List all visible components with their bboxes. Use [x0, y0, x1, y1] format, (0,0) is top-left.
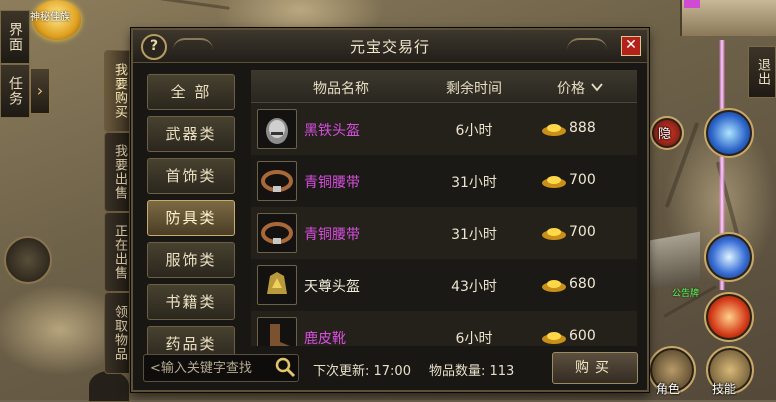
- buy-button[interactable]: 购买: [552, 352, 638, 384]
- category-jewelry[interactable]: 首饰类: [147, 158, 235, 194]
- table-row[interactable]: 天尊头盔 43小时 680: [251, 259, 637, 311]
- helmet-icon: [257, 265, 297, 305]
- search-icon[interactable]: [274, 356, 296, 378]
- exit-button[interactable]: 退出: [748, 46, 776, 98]
- minimap-marker: [684, 0, 700, 8]
- search-input[interactable]: [148, 357, 276, 379]
- dialog-title: 元宝交易行: [349, 38, 430, 56]
- column-time[interactable]: 剩余时间: [429, 78, 519, 98]
- column-name[interactable]: 物品名称: [291, 78, 391, 98]
- gold-ingot-icon: [542, 176, 566, 188]
- item-name: 天尊头盔: [304, 279, 360, 295]
- category-list: 全 部 武器类 首饰类 防具类 服饰类 书籍类 药品类: [141, 70, 239, 384]
- category-all[interactable]: 全 部: [147, 74, 235, 110]
- tab-on-sale[interactable]: 正在出售: [104, 212, 130, 292]
- expand-arrow-button[interactable]: ›: [30, 68, 50, 114]
- chat-bubble-icon[interactable]: [88, 370, 130, 402]
- close-button[interactable]: ✕: [621, 36, 641, 56]
- table-row[interactable]: 黑铁头盔 6小时 888: [251, 103, 637, 155]
- interface-button[interactable]: 界面: [0, 10, 30, 64]
- table-header: 物品名称 剩余时间 价格: [251, 70, 637, 103]
- tab-sell[interactable]: 我要出售: [104, 132, 130, 212]
- category-clothing[interactable]: 服饰类: [147, 242, 235, 278]
- item-time: 31小时: [451, 175, 497, 191]
- item-name: 青铜腰带: [304, 227, 360, 243]
- item-name: 青铜腰带: [304, 175, 360, 191]
- lightning-skill-icon[interactable]: [704, 232, 754, 282]
- next-update-text: 下次更新: 17:00: [313, 364, 411, 379]
- item-price: 680: [569, 276, 596, 292]
- trade-dialog: ? 元宝交易行 ✕ 全 部 武器类 首饰类 防具类 服饰类 书籍类 药品类 物品…: [131, 28, 649, 392]
- item-price: 600: [569, 328, 596, 344]
- tab-buy[interactable]: 我要购买: [104, 50, 130, 132]
- gold-ingot-icon: [542, 228, 566, 240]
- item-price: 700: [569, 224, 596, 240]
- table-row[interactable]: 青铜腰带 31小时 700: [251, 155, 637, 207]
- hide-label: 隐: [658, 127, 672, 142]
- search-box: [143, 354, 299, 382]
- skull-emblem-icon[interactable]: [4, 236, 52, 284]
- house-structure: [650, 231, 700, 291]
- helmet-icon: [257, 109, 297, 149]
- category-weapon[interactable]: 武器类: [147, 116, 235, 152]
- item-count-text: 物品数量: 113: [429, 364, 515, 379]
- table-row[interactable]: 青铜腰带 31小时 700: [251, 207, 637, 259]
- category-armor[interactable]: 防具类: [147, 200, 235, 236]
- item-time: 31小时: [451, 227, 497, 243]
- item-time: 6小时: [455, 331, 493, 346]
- chevron-down-icon[interactable]: [591, 82, 603, 92]
- skill-label: 技能: [712, 382, 737, 396]
- item-name: 鹿皮靴: [304, 331, 346, 346]
- item-time: 43小时: [451, 279, 497, 295]
- task-button[interactable]: 任务: [0, 64, 30, 118]
- fire-skill-icon[interactable]: [704, 292, 754, 342]
- item-name: 黑铁头盔: [304, 123, 360, 139]
- category-book[interactable]: 书籍类: [147, 284, 235, 320]
- ice-skill-icon[interactable]: [704, 108, 754, 158]
- gold-ingot-icon: [542, 332, 566, 344]
- tab-collect[interactable]: 领取物品: [104, 292, 130, 374]
- gold-ingot-icon: [542, 280, 566, 292]
- dialog-titlebar: ? 元宝交易行 ✕: [133, 30, 647, 63]
- belt-icon: [257, 161, 297, 201]
- boot-icon: [257, 317, 297, 346]
- character-label: 角色: [656, 382, 681, 396]
- orb-label: 神秘佳族: [30, 12, 70, 23]
- item-price: 700: [569, 172, 596, 188]
- belt-icon: [257, 213, 297, 253]
- item-list: 黑铁头盔 6小时 888 青铜腰带 31小时 700 青铜腰带 31小时 700: [251, 103, 637, 346]
- item-price: 888: [569, 120, 596, 136]
- item-time: 6小时: [455, 123, 493, 139]
- table-row[interactable]: 鹿皮靴 6小时 600: [251, 311, 637, 346]
- map-label: 公告牌: [672, 289, 700, 299]
- gold-ingot-icon: [542, 124, 566, 136]
